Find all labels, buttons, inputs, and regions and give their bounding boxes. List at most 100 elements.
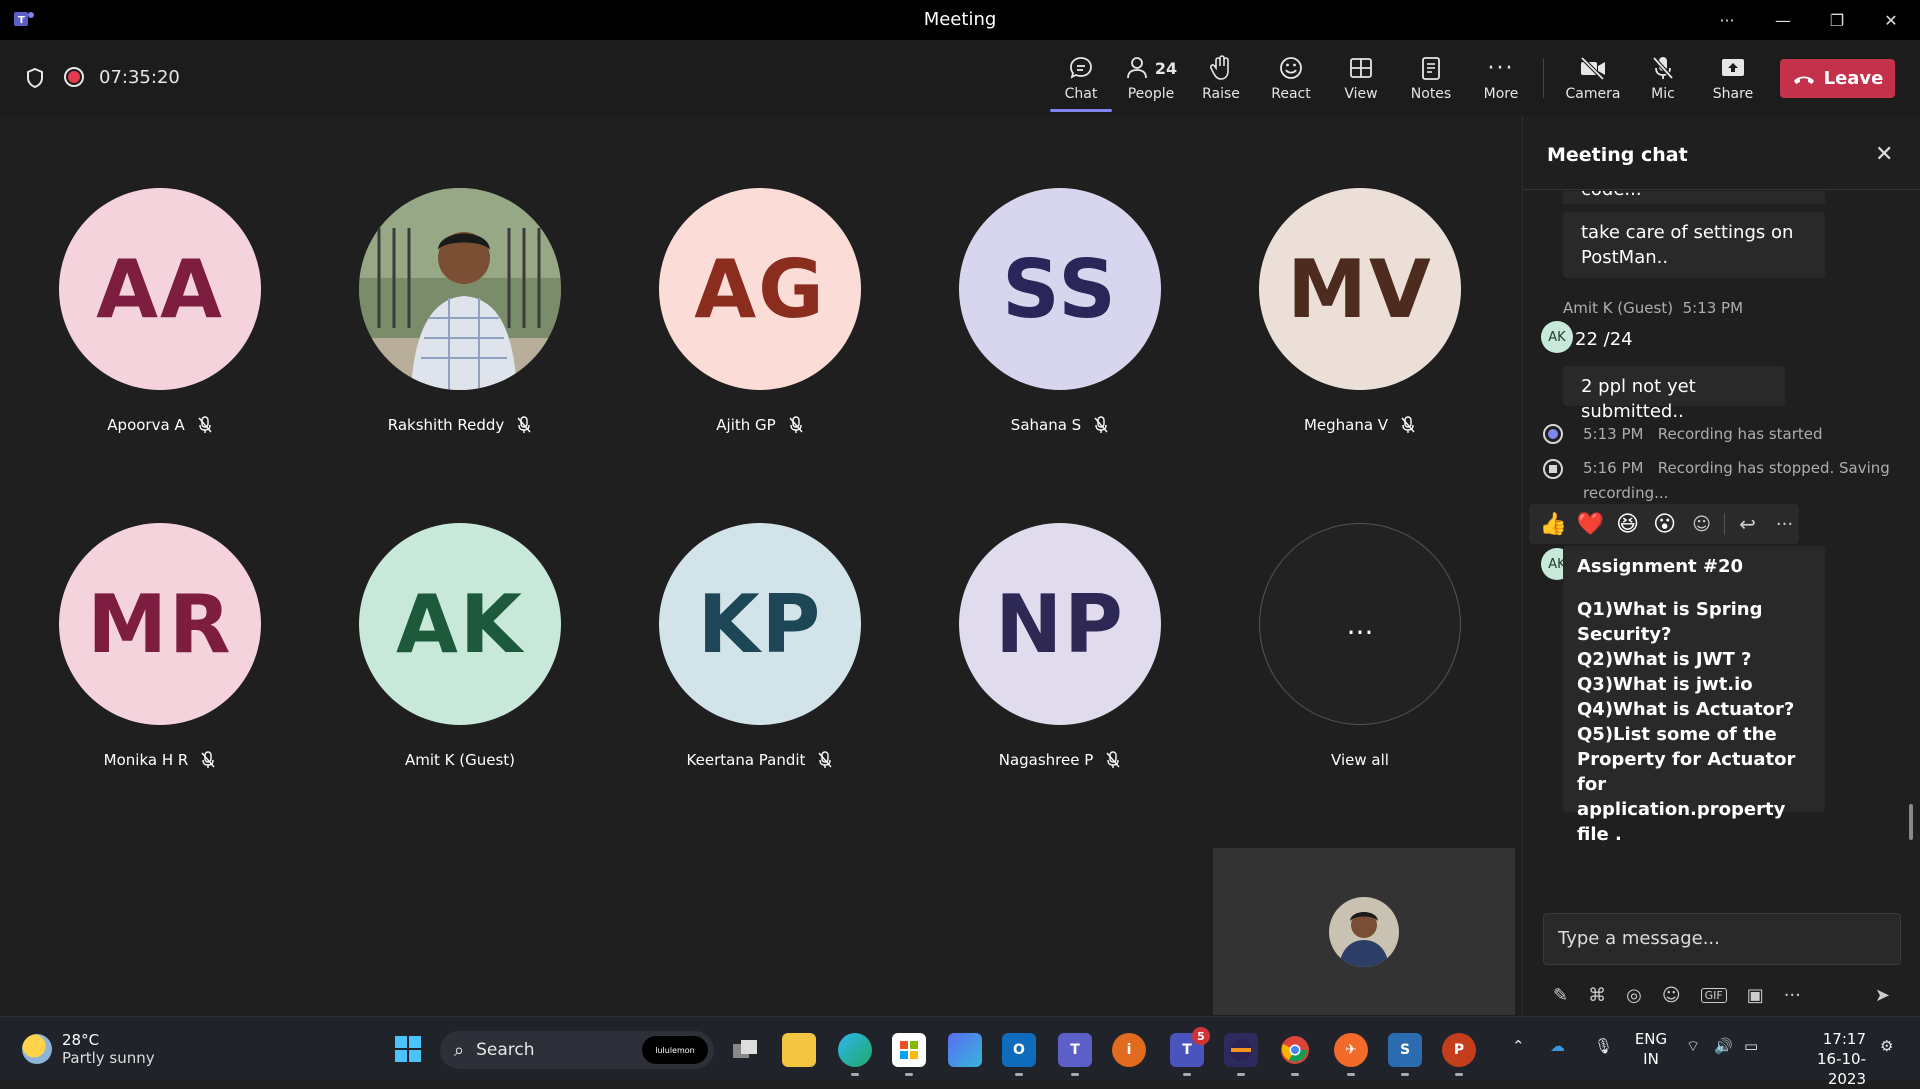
close-icon[interactable]: ✕ bbox=[1875, 142, 1893, 167]
participant-name: Sahana S bbox=[1010, 416, 1082, 434]
start-menu-icon[interactable] bbox=[392, 1033, 424, 1065]
message-bubble[interactable]: take care of settings on PostMan.. bbox=[1563, 212, 1825, 278]
participant-tile[interactable]: AA Apoorva A bbox=[50, 188, 270, 434]
chat-button[interactable]: Chat bbox=[1048, 52, 1114, 112]
react-button[interactable]: React bbox=[1258, 52, 1324, 108]
volume-icon[interactable]: 🔊 bbox=[1714, 1037, 1733, 1055]
language-indicator[interactable]: ENG IN bbox=[1634, 1029, 1668, 1069]
battery-icon[interactable]: ▭ bbox=[1744, 1037, 1758, 1055]
close-window-button[interactable]: ✕ bbox=[1864, 0, 1918, 40]
attach-icon[interactable]: ⌘ bbox=[1588, 985, 1606, 1006]
leave-button[interactable]: Leave bbox=[1780, 59, 1895, 98]
participant-name: Nagashree P bbox=[998, 751, 1094, 769]
layout-grid-icon bbox=[1347, 52, 1375, 84]
teams-icon[interactable]: T bbox=[1058, 1033, 1092, 1076]
clock-time: 17:17 bbox=[1822, 1030, 1866, 1048]
window-more-icon[interactable]: ··· bbox=[1700, 0, 1754, 40]
laugh-reaction[interactable]: 😆 bbox=[1613, 512, 1642, 537]
chat-title: Meeting chat bbox=[1547, 144, 1688, 166]
participant-tile[interactable]: SS Sahana S bbox=[950, 188, 1170, 434]
meeting-timer: 07:35:20 bbox=[99, 67, 180, 88]
more-options-icon[interactable]: ··· bbox=[1784, 985, 1801, 1006]
share-screen-icon bbox=[1719, 52, 1747, 84]
participant-tile[interactable]: Rakshith Reddy bbox=[350, 188, 570, 434]
assignment-title: Assignment #20 bbox=[1577, 556, 1744, 577]
message-bubble[interactable]: 2 ppl not yet submitted.. bbox=[1563, 366, 1785, 422]
chrome-icon[interactable] bbox=[1278, 1033, 1312, 1076]
wifi-icon[interactable]: ⌔ bbox=[1686, 1037, 1700, 1056]
title-bar: T Meeting ··· — ❐ ✕ bbox=[0, 0, 1920, 40]
store-icon[interactable] bbox=[892, 1033, 926, 1076]
microphone-icon[interactable]: 🎙 bbox=[1594, 1037, 1613, 1055]
powerpoint-icon[interactable]: P bbox=[1442, 1033, 1476, 1076]
eclipse-icon[interactable] bbox=[1224, 1033, 1258, 1076]
camera-button[interactable]: Camera bbox=[1560, 52, 1626, 108]
self-video-preview[interactable] bbox=[1213, 848, 1515, 1015]
chat-label: Chat bbox=[1064, 86, 1098, 102]
mic-off-icon bbox=[198, 416, 212, 433]
minimize-button[interactable]: — bbox=[1756, 0, 1810, 40]
reply-icon[interactable]: ↩ bbox=[1733, 512, 1762, 536]
message-text: 22 /24 bbox=[1575, 329, 1633, 350]
participant-tile[interactable]: NP Nagashree P bbox=[950, 523, 1170, 769]
sticker-icon[interactable]: ▣ bbox=[1747, 985, 1764, 1006]
surprised-reaction[interactable]: 😮 bbox=[1650, 512, 1679, 537]
participant-tile[interactable]: KP Keertana Pandit bbox=[650, 523, 870, 769]
weather-temp: 28°C bbox=[62, 1031, 100, 1049]
system-clock[interactable]: 17:17 16-10-2023 bbox=[1786, 1029, 1866, 1089]
show-hidden-icons-icon[interactable]: ⌃ bbox=[1512, 1037, 1525, 1055]
participant-name: Apoorva A bbox=[107, 416, 185, 434]
mic-off-icon bbox=[789, 416, 803, 433]
participant-tile[interactable]: AK Amit K (Guest) bbox=[350, 523, 570, 769]
spring-tool-icon[interactable]: S bbox=[1388, 1033, 1422, 1076]
view-button[interactable]: View bbox=[1328, 52, 1394, 108]
message-bubble[interactable]: 22 /24 bbox=[1563, 319, 1645, 360]
message-time: 5:13 PM bbox=[1682, 299, 1744, 317]
file-explorer-icon[interactable] bbox=[782, 1033, 816, 1067]
mic-off-icon bbox=[818, 751, 832, 768]
participant-name: Amit K (Guest) bbox=[404, 751, 516, 769]
weather-widget[interactable]: 28°C Partly sunny bbox=[22, 1031, 155, 1067]
format-icon[interactable]: ✎ bbox=[1553, 985, 1568, 1006]
info-app-icon[interactable]: i bbox=[1112, 1033, 1146, 1067]
maximize-button[interactable]: ❐ bbox=[1810, 0, 1864, 40]
thumbs-up-reaction[interactable]: 👍 bbox=[1539, 512, 1568, 537]
participant-tile[interactable]: MV Meghana V bbox=[1250, 188, 1470, 434]
mic-off-icon bbox=[517, 416, 531, 433]
participant-tile[interactable]: MR Monika H R bbox=[50, 523, 270, 769]
notifications-icon[interactable]: ⚙ bbox=[1880, 1037, 1893, 1055]
loop-icon[interactable]: ◎ bbox=[1626, 985, 1642, 1006]
heart-reaction[interactable]: ❤️ bbox=[1576, 512, 1605, 537]
chat-header: Meeting chat ✕ bbox=[1523, 116, 1920, 190]
postman-icon[interactable]: ✈ bbox=[1334, 1033, 1368, 1076]
notes-button[interactable]: Notes bbox=[1398, 52, 1464, 108]
participant-tile[interactable]: AG Ajith GP bbox=[650, 188, 870, 434]
message-input[interactable]: Type a message... bbox=[1543, 913, 1901, 965]
raise-hand-button[interactable]: Raise bbox=[1188, 52, 1254, 108]
compose-toolbar: ✎ ⌘ ◎ ☺ GIF ▣ ··· ➤ bbox=[1553, 980, 1903, 1010]
emoji-icon[interactable]: ☺ bbox=[1662, 985, 1681, 1006]
system-time: 5:13 PM bbox=[1583, 425, 1644, 443]
teams-new-icon[interactable]: T5 bbox=[1170, 1027, 1210, 1076]
people-button[interactable]: 24 People bbox=[1118, 52, 1184, 108]
outlook-icon[interactable]: O bbox=[1002, 1033, 1036, 1076]
taskbar-search[interactable]: ⌕ Search lululemon bbox=[440, 1031, 714, 1069]
gif-icon[interactable]: GIF bbox=[1700, 987, 1727, 1003]
assignment-message[interactable]: Assignment #20 Q1)What is Spring Securit… bbox=[1563, 546, 1825, 845]
copilot-icon[interactable] bbox=[948, 1033, 982, 1067]
send-icon[interactable]: ➤ bbox=[1875, 985, 1890, 1006]
share-button[interactable]: Share bbox=[1700, 52, 1766, 108]
onedrive-icon[interactable]: ☁ bbox=[1550, 1037, 1565, 1055]
add-reaction-icon[interactable]: ☺ bbox=[1687, 514, 1716, 535]
view-all-tile[interactable]: ... View all bbox=[1250, 523, 1470, 769]
mic-button[interactable]: Mic bbox=[1630, 52, 1696, 108]
message-sender: Amit K (Guest) 5:13 PM bbox=[1563, 299, 1743, 317]
task-view-icon[interactable] bbox=[728, 1033, 762, 1067]
system-message: 5:13 PM Recording has started bbox=[1583, 425, 1823, 443]
participant-name: Rakshith Reddy bbox=[387, 416, 505, 434]
more-options-icon[interactable]: ··· bbox=[1770, 514, 1799, 535]
edge-browser-icon[interactable] bbox=[838, 1033, 872, 1076]
more-button[interactable]: ··· More bbox=[1468, 52, 1534, 108]
chat-scrollbar[interactable] bbox=[1909, 804, 1913, 840]
shield-icon bbox=[27, 67, 43, 89]
